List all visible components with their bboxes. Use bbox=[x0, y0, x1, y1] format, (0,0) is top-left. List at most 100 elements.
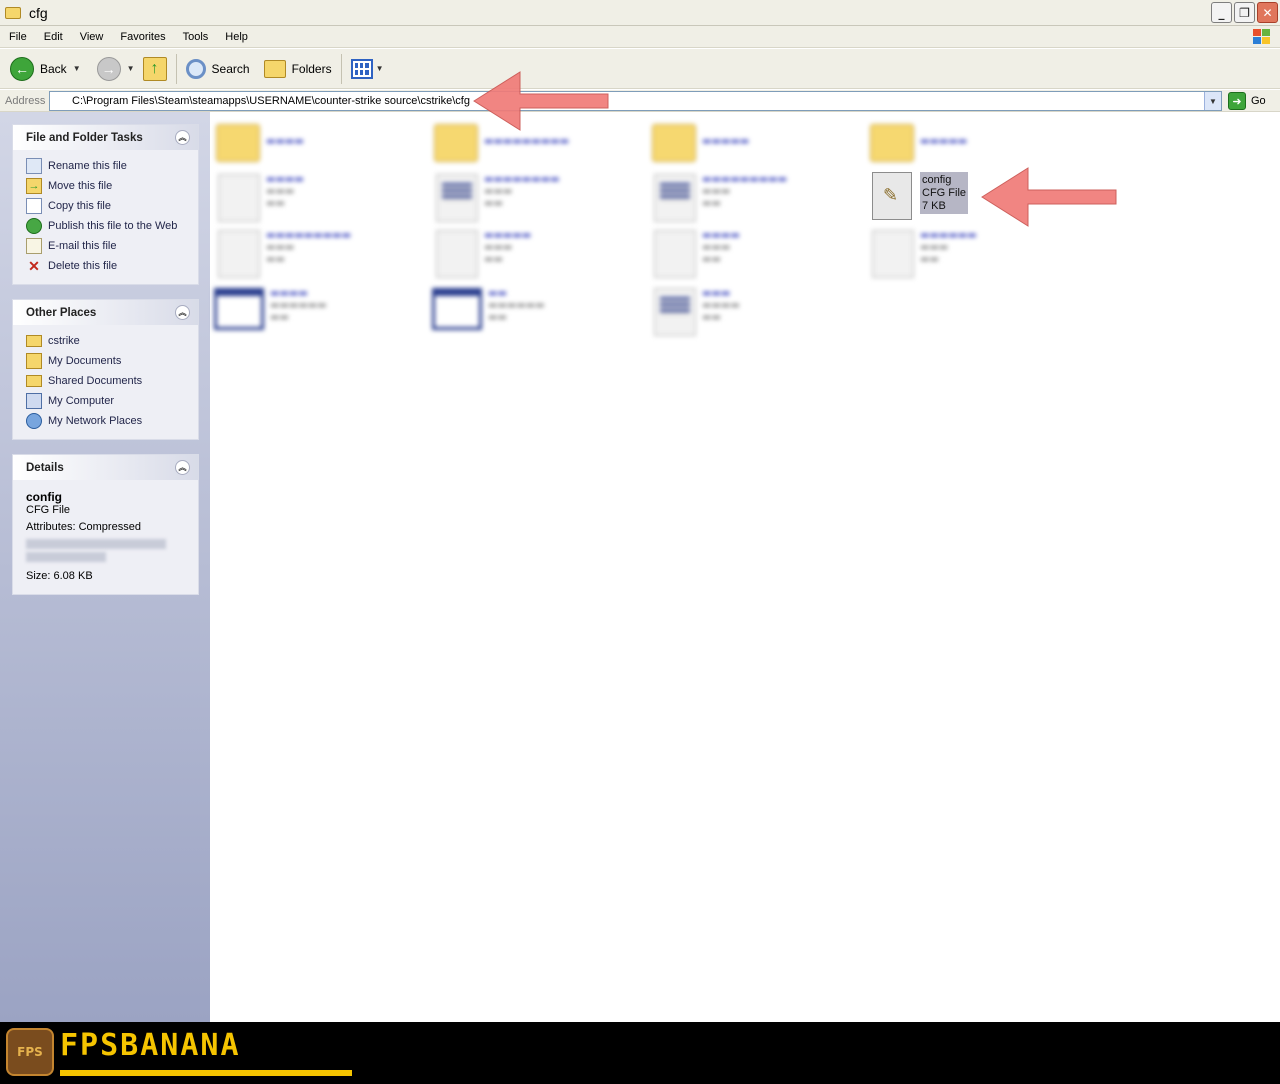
views-button[interactable]: ▼ bbox=[347, 52, 388, 86]
file-item[interactable]: ▬▬▬▬▬▬▬▬▬ bbox=[218, 174, 304, 222]
panel-title: Other Places bbox=[26, 306, 97, 319]
title-bar: cfg _ ❐ ✕ bbox=[0, 0, 1280, 26]
config-file-type: CFG File bbox=[922, 187, 966, 199]
minimize-button[interactable]: _ bbox=[1211, 2, 1232, 23]
panel-header[interactable]: Other Places ︽ bbox=[13, 300, 198, 325]
up-button[interactable]: ↑ bbox=[139, 52, 171, 86]
address-dropdown-button[interactable]: ▼ bbox=[1204, 92, 1221, 110]
collapse-icon[interactable]: ︽ bbox=[175, 305, 190, 320]
task-publish[interactable]: Publish this file to the Web bbox=[13, 216, 198, 236]
search-button[interactable]: Search bbox=[182, 52, 254, 86]
close-button[interactable]: ✕ bbox=[1257, 2, 1278, 23]
globe-icon bbox=[26, 218, 42, 234]
task-label: Delete this file bbox=[48, 260, 118, 272]
toolbar-separator bbox=[340, 53, 342, 84]
file-icon bbox=[654, 230, 696, 278]
chevron-down-icon[interactable]: ▼ bbox=[73, 64, 81, 73]
config-file-item[interactable]: config CFG File 7 KB bbox=[872, 172, 968, 220]
file-item[interactable]: ▬▬▬▬ ▬▬▬▬▬▬ ▬▬ bbox=[214, 288, 327, 330]
place-label: cstrike bbox=[48, 335, 80, 347]
menu-edit[interactable]: Edit bbox=[35, 31, 71, 43]
go-label: Go bbox=[1251, 95, 1266, 107]
computer-icon bbox=[26, 393, 42, 409]
folder-item[interactable]: ▬▬▬▬▬ bbox=[652, 124, 749, 162]
place-my-computer[interactable]: My Computer bbox=[13, 391, 198, 411]
address-path: C:\Program Files\Steam\steamapps\USERNAM… bbox=[72, 95, 470, 107]
network-icon bbox=[26, 413, 42, 429]
move-icon: → bbox=[26, 178, 42, 194]
menu-help[interactable]: Help bbox=[216, 31, 256, 43]
go-button[interactable]: ➜ Go bbox=[1228, 92, 1266, 110]
task-rename[interactable]: Rename this file bbox=[13, 156, 198, 176]
annotation-arrow-icon bbox=[473, 71, 609, 131]
task-move[interactable]: → Move this file bbox=[13, 176, 198, 196]
task-label: E-mail this file bbox=[48, 240, 117, 252]
window-file-icon bbox=[214, 288, 264, 330]
menu-file[interactable]: File bbox=[0, 31, 35, 43]
address-input[interactable]: C:\Program Files\Steam\steamapps\USERNAM… bbox=[49, 91, 1222, 111]
details-file-name: config bbox=[26, 490, 62, 504]
task-label: Publish this file to the Web bbox=[48, 220, 178, 232]
place-label: My Documents bbox=[48, 355, 122, 367]
chevron-down-icon[interactable]: ▼ bbox=[376, 64, 384, 73]
file-item[interactable]: ▬▬▬▬▬▬▬▬▬ ▬▬▬ ▬▬ bbox=[218, 230, 351, 278]
file-item[interactable]: ▬▬▬▬▬▬▬▬▬ bbox=[654, 230, 740, 278]
task-label: Move this file bbox=[48, 180, 113, 192]
folder-item[interactable]: ▬▬▬▬ bbox=[216, 124, 304, 162]
folder-item[interactable]: ▬▬▬▬▬ bbox=[870, 124, 967, 162]
menu-tools[interactable]: Tools bbox=[174, 31, 217, 43]
folders-label: Folders bbox=[291, 61, 332, 76]
config-file-name: config bbox=[922, 174, 952, 186]
blurred-date bbox=[26, 539, 166, 549]
file-item[interactable]: ▬▬▬▬▬▬▬▬▬ ▬▬▬ ▬▬ bbox=[654, 174, 787, 222]
place-label: My Network Places bbox=[48, 415, 143, 427]
task-copy[interactable]: Copy this file bbox=[13, 196, 198, 216]
toolbar: ← Back ▼ → ▼ ↑ Search Folders ▼ bbox=[0, 49, 1280, 89]
details-size: Size: 6.08 KB bbox=[26, 570, 93, 582]
go-arrow-icon: ➜ bbox=[1228, 92, 1246, 110]
folder-icon bbox=[26, 335, 42, 347]
folder-icon bbox=[870, 124, 914, 162]
rename-icon bbox=[26, 158, 42, 174]
copy-icon bbox=[26, 198, 42, 214]
back-label: Back bbox=[40, 61, 67, 76]
window-file-icon bbox=[432, 288, 482, 330]
logo-underline-bar bbox=[60, 1070, 352, 1076]
folders-button[interactable]: Folders bbox=[260, 52, 336, 86]
collapse-icon[interactable]: ︽ bbox=[175, 130, 190, 145]
config-file-size: 7 KB bbox=[922, 200, 946, 212]
toolbar-separator bbox=[175, 53, 177, 84]
place-label: Shared Documents bbox=[48, 375, 143, 387]
other-places-panel: Other Places ︽ cstrike My Documents Shar… bbox=[12, 299, 199, 440]
search-icon bbox=[185, 58, 206, 79]
place-cstrike[interactable]: cstrike bbox=[13, 331, 198, 351]
forward-button[interactable]: → ▼ bbox=[93, 52, 139, 86]
file-list: ▬▬▬▬ ▬▬▬▬▬▬▬▬▬ ▬▬▬▬▬ ▬▬▬▬▬ ▬▬▬▬ ▬▬▬ ▬▬ ▬▬▬… bbox=[210, 112, 1280, 1022]
chevron-down-icon[interactable]: ▼ bbox=[127, 64, 135, 73]
menu-view[interactable]: View bbox=[71, 31, 112, 43]
file-item[interactable]: ▬▬▬▬▬▬ ▬▬▬ ▬▬ bbox=[872, 230, 977, 278]
place-network[interactable]: My Network Places bbox=[13, 411, 198, 431]
file-item[interactable]: ▬▬▬▬▬▬▬▬ ▬▬▬ ▬▬ bbox=[436, 174, 560, 222]
file-item[interactable]: ▬▬▬▬▬▬▬▬▬▬ bbox=[432, 288, 545, 330]
views-icon bbox=[350, 58, 373, 79]
panel-header[interactable]: Details ︽ bbox=[13, 455, 198, 480]
collapse-icon[interactable]: ︽ bbox=[175, 460, 190, 475]
task-label: Copy this file bbox=[48, 200, 111, 212]
menu-favorites[interactable]: Favorites bbox=[111, 31, 173, 43]
task-email[interactable]: E-mail this file bbox=[13, 236, 198, 256]
search-label: Search bbox=[211, 61, 250, 76]
maximize-button[interactable]: ❐ bbox=[1234, 2, 1255, 23]
documents-icon bbox=[26, 353, 42, 369]
place-my-documents[interactable]: My Documents bbox=[13, 351, 198, 371]
back-button[interactable]: ← Back ▼ bbox=[0, 52, 85, 86]
file-item[interactable]: ▬▬▬▬▬▬▬▬▬ bbox=[654, 288, 740, 336]
place-shared-documents[interactable]: Shared Documents bbox=[13, 371, 198, 391]
file-folder-tasks-panel: File and Folder Tasks ︽ Rename this file… bbox=[12, 124, 199, 285]
task-delete[interactable]: ✕ Delete this file bbox=[13, 256, 198, 276]
file-item[interactable]: ▬▬▬▬▬▬▬▬▬▬ bbox=[436, 230, 531, 278]
task-label: Rename this file bbox=[48, 160, 127, 172]
file-icon bbox=[436, 174, 478, 222]
panel-header[interactable]: File and Folder Tasks ︽ bbox=[13, 125, 198, 150]
annotation-arrow-icon bbox=[981, 167, 1117, 227]
